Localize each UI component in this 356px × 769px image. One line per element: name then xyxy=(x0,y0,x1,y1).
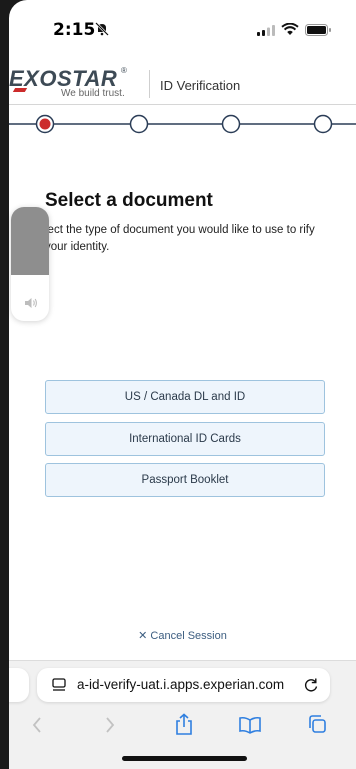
volume-level-fill xyxy=(11,207,49,275)
cancel-session-link[interactable]: ✕ Cancel Session xyxy=(9,629,356,642)
bookmarks-icon[interactable] xyxy=(238,716,262,734)
section-description: lect the type of document you would like… xyxy=(45,224,315,253)
reload-icon[interactable] xyxy=(302,676,320,694)
header-divider xyxy=(149,70,150,98)
progress-stepper xyxy=(9,114,356,134)
option-us-canada-dl[interactable]: US / Canada DL and ID xyxy=(45,380,325,414)
forward-icon[interactable] xyxy=(104,716,116,734)
option-international-id[interactable]: International ID Cards xyxy=(45,422,325,456)
speaker-icon xyxy=(25,298,37,308)
registered-mark: ® xyxy=(121,66,127,75)
section-heading: Select a document xyxy=(45,190,213,211)
phone-screen: 2:15 EXOSTAR ® We build trust. ID Verifi… xyxy=(9,0,356,769)
close-icon: ✕ xyxy=(138,630,148,642)
battery-icon xyxy=(305,24,331,36)
home-indicator[interactable] xyxy=(122,756,247,761)
logo-tagline: We build trust. xyxy=(61,88,125,99)
logo-accent-mark xyxy=(12,88,28,92)
step-3 xyxy=(221,114,241,134)
option-passport-booklet[interactable]: Passport Booklet xyxy=(45,463,325,497)
address-bar[interactable]: a-id-verify-uat.i.apps.experian.com xyxy=(37,668,330,702)
app-header: EXOSTAR ® We build trust. ID Verificatio… xyxy=(9,62,356,105)
step-2 xyxy=(129,114,149,134)
tabs-icon[interactable] xyxy=(307,714,327,734)
url-text: a-id-verify-uat.i.apps.experian.com xyxy=(77,677,285,692)
back-icon[interactable] xyxy=(31,716,43,734)
exostar-logo[interactable]: EXOSTAR ® We build trust. xyxy=(9,66,139,102)
step-4 xyxy=(313,114,333,134)
silent-bell-icon xyxy=(95,22,109,36)
status-bar: 2:15 xyxy=(9,0,356,60)
previous-tab-preview[interactable] xyxy=(9,668,29,702)
page-menu-icon[interactable] xyxy=(51,677,67,693)
step-1-active-dot xyxy=(39,118,51,130)
status-time: 2:15 xyxy=(53,20,96,40)
volume-hud xyxy=(11,207,49,321)
cancel-session-label: Cancel Session xyxy=(150,630,227,642)
wifi-icon xyxy=(281,23,299,35)
cellular-signal-icon xyxy=(257,25,275,36)
page-title: ID Verification xyxy=(160,78,241,93)
share-icon[interactable] xyxy=(174,713,194,735)
